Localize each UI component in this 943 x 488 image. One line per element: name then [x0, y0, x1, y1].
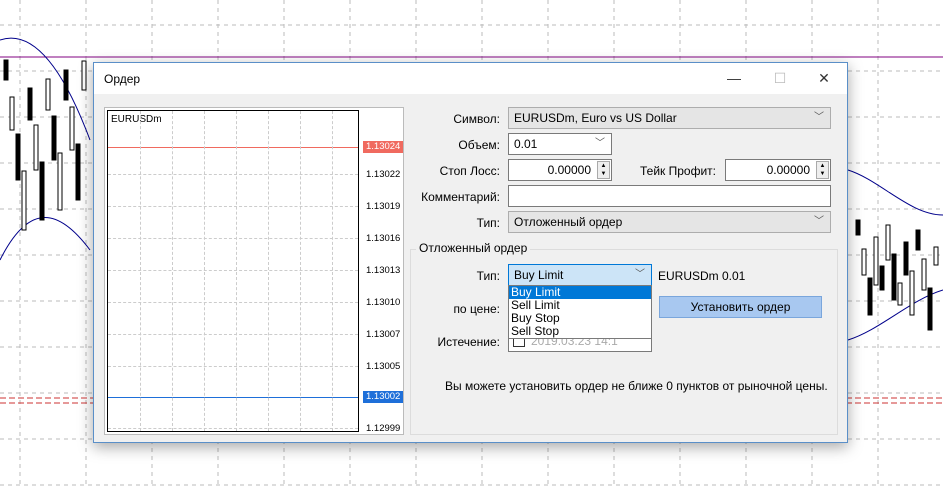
expiry-label: Истечение: [437, 335, 500, 349]
candle [909, 270, 915, 316]
candle [873, 236, 879, 286]
symbol-label: Символ: [453, 112, 500, 126]
option-sell-stop[interactable]: Sell Stop [509, 325, 651, 338]
volume-label: Объем: [458, 138, 500, 152]
candle [27, 87, 33, 121]
take-profit-value: 0.00000 [766, 163, 810, 177]
candle [861, 248, 867, 276]
spinner-icon[interactable]: ▲ ▼ [816, 161, 829, 179]
candle [903, 241, 909, 276]
price-axis-label: 1.13016 [366, 233, 401, 244]
chevron-down-icon: ﹀ [814, 216, 824, 227]
candle [21, 170, 27, 231]
grid-line [108, 302, 358, 303]
grid-line [268, 111, 269, 431]
symbol-volume-info: EURUSDm 0.01 [658, 269, 746, 283]
candle [39, 161, 45, 221]
comment-input[interactable] [508, 185, 831, 207]
stop-loss-label: Стоп Лосс: [439, 164, 500, 178]
price-axis-label: 1.13002 [363, 391, 404, 403]
grid-line [108, 334, 358, 335]
candle [9, 96, 15, 131]
candle [927, 287, 933, 331]
grid-line [140, 111, 141, 431]
dialog-title: Ордер [104, 72, 141, 86]
candle [45, 78, 51, 111]
candle [891, 253, 897, 301]
band-line [847, 169, 943, 216]
candle [933, 246, 939, 266]
take-profit-label: Тейк Профит: [640, 164, 716, 178]
symbol-select[interactable]: EURUSDm, Euro vs US Dollar ﹀ [508, 107, 831, 129]
candle [879, 265, 885, 291]
mini-tick-chart: EURUSDm 1.13024 1.13022 1.13019 1.13016 1.13… [104, 107, 404, 435]
type-label: Тип: [476, 216, 500, 230]
pending-type-select[interactable]: Buy Limit ﹀ [508, 264, 652, 286]
candle [15, 133, 21, 181]
stop-loss-value: 0.00000 [547, 163, 591, 177]
grid-line [236, 111, 237, 431]
candle [81, 60, 87, 91]
place-order-button[interactable]: Установить ордер [659, 296, 822, 318]
grid-line [300, 111, 301, 431]
order-type-value: Отложенный ордер [514, 215, 623, 229]
candle [69, 106, 75, 151]
chevron-down-icon: ﹀ [814, 112, 824, 123]
candle [885, 224, 891, 261]
price-axis-label: 1.13005 [366, 361, 401, 372]
symbol-value: EURUSDm, Euro vs US Dollar [514, 111, 677, 125]
chevron-down-icon: ﹀ [595, 138, 605, 149]
order-dialog: Ордер — ☐ ✕ EURUSDm 1.13024 1.13022 1.1301… [93, 62, 848, 443]
take-profit-input[interactable]: 0.00000 ▲ ▼ [725, 159, 831, 181]
volume-value: 0.01 [514, 137, 538, 151]
pending-group-title: Отложенный ордер [416, 241, 531, 255]
candle [921, 258, 927, 291]
grid-line [332, 111, 333, 431]
distance-note: Вы можете установить ордер не ближе 0 пу… [445, 379, 828, 393]
candle [867, 277, 873, 316]
grid-line [108, 366, 358, 367]
grid-line [204, 111, 205, 431]
grid-line [108, 270, 358, 271]
candle [51, 115, 57, 161]
grid-line [108, 206, 358, 207]
pending-type-dropdown: Buy Limit Sell Limit Buy Stop Sell Stop [508, 285, 652, 339]
price-axis-label: 1.12999 [366, 423, 401, 434]
candle [33, 124, 39, 171]
ask-line [108, 147, 358, 148]
price-label: по цене: [453, 302, 500, 316]
title-bar: Ордер — ☐ ✕ [94, 63, 847, 94]
maximize-button[interactable]: ☐ [757, 63, 803, 94]
pending-type-label: Тип: [476, 269, 500, 283]
grid-line [172, 111, 173, 431]
minimize-button[interactable]: — [711, 63, 757, 94]
grid-line [108, 174, 358, 175]
band-line [0, 217, 91, 261]
candle [855, 219, 861, 236]
candle [57, 152, 63, 211]
chevron-down-icon: ﹀ [635, 269, 645, 280]
candle [3, 59, 9, 81]
order-type-select[interactable]: Отложенный ордер ﹀ [508, 211, 831, 233]
comment-label: Комментарий: [421, 190, 500, 204]
grid-line [108, 238, 358, 239]
chart-symbol: EURUSDm [111, 114, 162, 125]
grid-line [108, 428, 358, 429]
bid-line [108, 397, 358, 398]
close-button[interactable]: ✕ [801, 63, 847, 94]
pending-type-value: Buy Limit [514, 268, 564, 282]
candle [915, 229, 921, 251]
candle [75, 143, 81, 201]
volume-combo[interactable]: 0.01 ﹀ [508, 133, 612, 155]
stop-loss-input[interactable]: 0.00000 ▲ ▼ [508, 159, 612, 181]
candle [63, 69, 69, 101]
candle [897, 282, 903, 306]
mini-chart-plot: EURUSDm [107, 110, 359, 432]
